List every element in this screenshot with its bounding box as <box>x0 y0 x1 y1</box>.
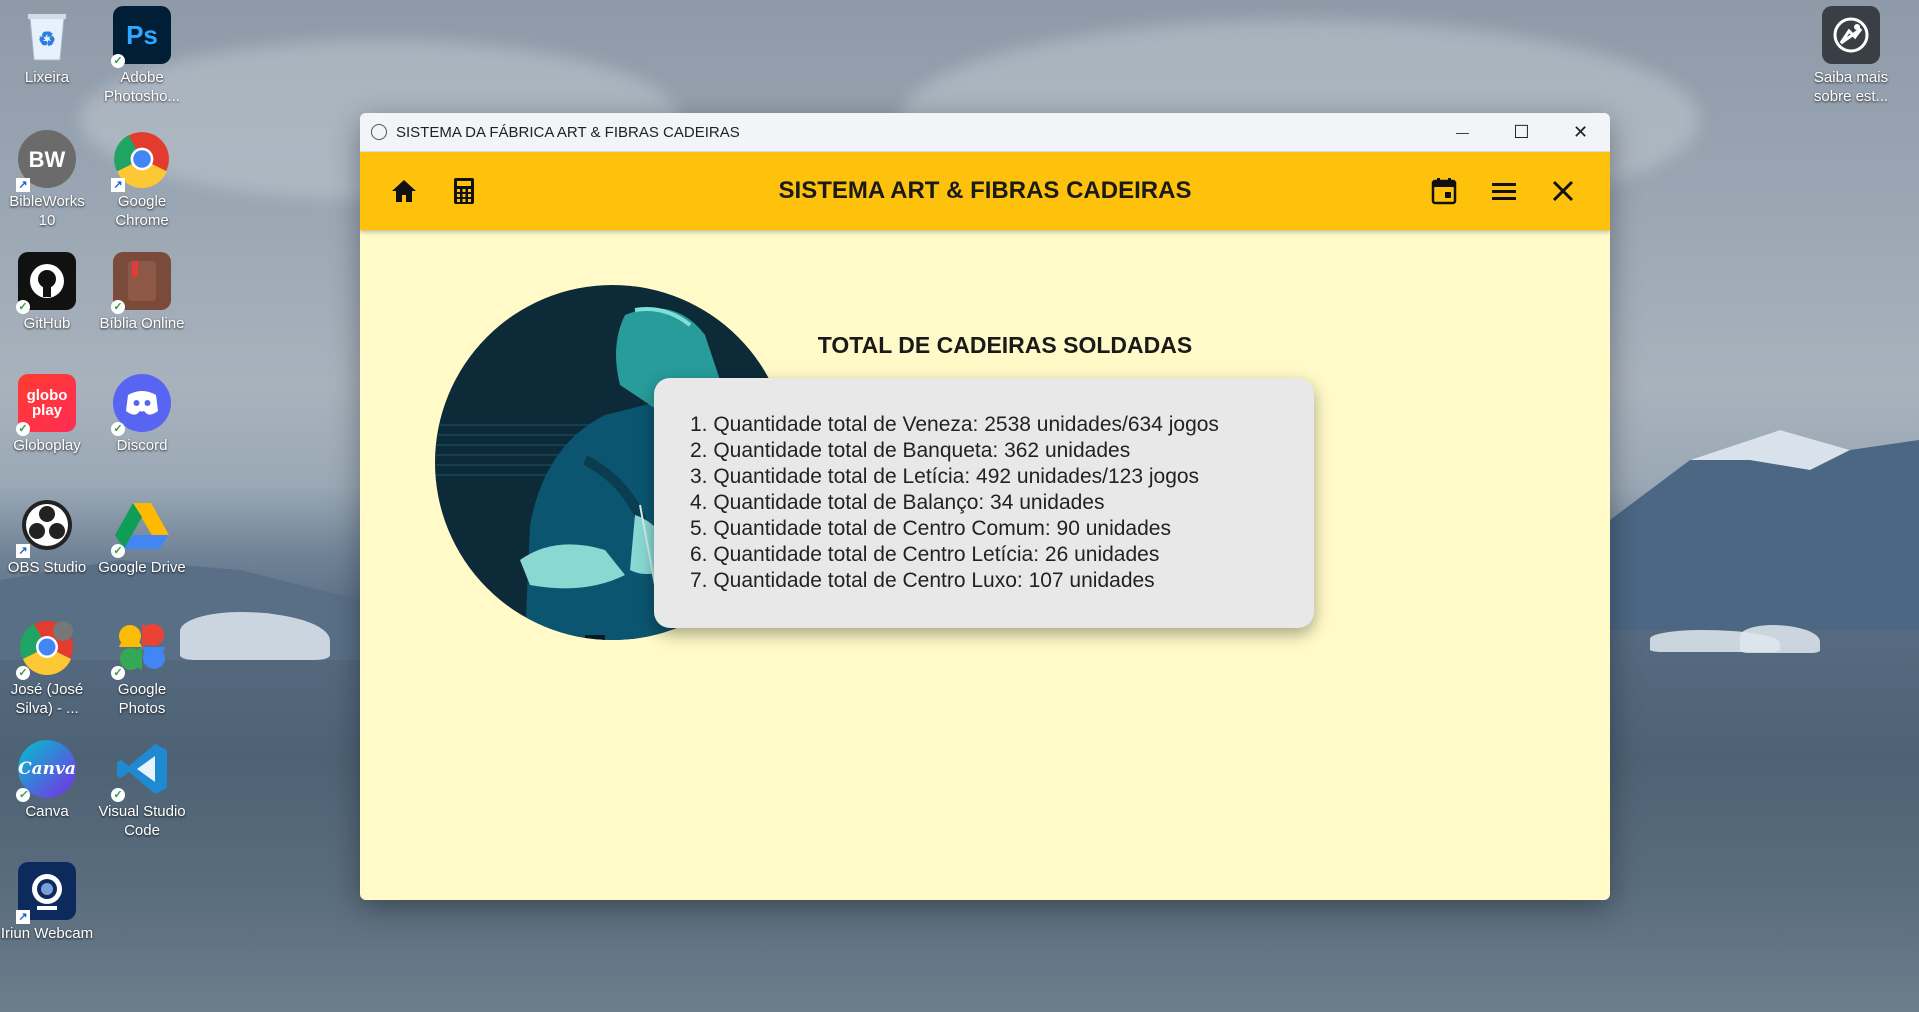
desktop-icon-github[interactable]: ✓ GitHub <box>0 252 95 333</box>
list-item: 3. Quantidade total de Letícia: 492 unid… <box>690 465 1200 488</box>
desktop-icon-globoplay[interactable]: globo play ✓ Globoplay <box>0 374 95 455</box>
saiba-mais-icon <box>1822 6 1880 64</box>
calendar-button[interactable] <box>1424 171 1464 211</box>
list-item: 1. Quantidade total de Veneza: 2538 unid… <box>690 413 1219 436</box>
list-item: 6. Quantidade total de Centro Letícia: 2… <box>690 543 1160 566</box>
desktop-icon-bibleworks[interactable]: BW ↗ BibleWorks 10 <box>0 130 95 230</box>
desktop-icon-chrome-profile[interactable]: ✓ José (José Silva) - ... <box>0 618 95 718</box>
bibleworks-icon: BW ↗ <box>16 130 76 192</box>
desktop-icon-label: Visual Studio Code <box>98 803 186 839</box>
desktop-icon-lixeira[interactable]: ♻ Lixeira <box>0 6 95 87</box>
app-window: SISTEMA DA FÁBRICA ART & FIBRAS CADEIRAS… <box>360 113 1610 900</box>
photoshop-icon: Ps ✓ <box>111 6 171 68</box>
list-item: 4. Quantidade total de Balanço: 34 unida… <box>690 491 1105 514</box>
list-item: 5. Quantidade total de Centro Comum: 90 … <box>690 517 1171 540</box>
desktop-icon-label: Iriun Webcam <box>0 925 94 942</box>
chrome-icon: ↗ <box>111 130 171 192</box>
totals-list: 1. Quantidade total de Veneza: 2538 unid… <box>690 412 1278 594</box>
main-content: TOTAL DE CADEIRAS SOLDADAS 1. Quantidade… <box>360 230 1610 900</box>
calculator-button[interactable] <box>444 171 484 211</box>
app-window-icon <box>371 124 387 140</box>
google-drive-icon: ✓ <box>111 496 171 558</box>
window-title: SISTEMA DA FÁBRICA ART & FIBRAS CADEIRAS <box>396 123 740 141</box>
iriun-webcam-icon: ↗ <box>16 862 76 924</box>
desktop-icon-photoshop[interactable]: Ps ✓ Adobe Photosho... <box>94 6 190 106</box>
discord-icon: ✓ <box>111 374 171 436</box>
home-icon <box>392 180 416 202</box>
desktop-icon-discord[interactable]: ✓ Discord <box>94 374 190 455</box>
home-button[interactable] <box>384 171 424 211</box>
close-window-button[interactable]: ✕ <box>1551 113 1610 151</box>
desktop-icon-google-photos[interactable]: ✓ Google Photos <box>94 618 190 718</box>
section-title: TOTAL DE CADEIRAS SOLDADAS <box>817 332 1193 358</box>
menu-button[interactable] <box>1484 171 1524 211</box>
desktop-icon-vscode[interactable]: ✓ Visual Studio Code <box>94 740 190 840</box>
maximize-button[interactable]: ☐ <box>1492 113 1551 151</box>
desktop-icon-label: Google Drive <box>98 559 186 576</box>
github-icon: ✓ <box>16 252 76 314</box>
list-item: 2. Quantidade total de Banqueta: 362 uni… <box>690 439 1131 462</box>
minimize-icon: — <box>1456 124 1469 140</box>
recycle-bin-icon: ♻ <box>18 6 76 64</box>
google-photos-icon: ✓ <box>111 618 171 680</box>
minimize-button[interactable]: — <box>1433 113 1492 151</box>
desktop-icon-label: BibleWorks 10 <box>9 193 85 229</box>
menu-icon <box>1492 183 1516 200</box>
calculator-icon <box>454 178 474 204</box>
window-controls: — ☐ ✕ <box>1433 113 1610 151</box>
desktop-icon-google-drive[interactable]: ✓ Google Drive <box>94 496 190 577</box>
desktop-icon-canva[interactable]: Canva ✓ Canva <box>0 740 95 821</box>
desktop-icon-saiba-mais[interactable]: Saiba mais sobre est... <box>1803 6 1899 106</box>
canva-icon: Canva ✓ <box>16 740 76 802</box>
biblia-online-icon: ✓ <box>111 252 171 314</box>
desktop-icon-label: Bíblia Online <box>99 315 185 332</box>
desktop-icon-label: OBS Studio <box>7 559 87 576</box>
desktop-icon-label: GitHub <box>23 315 71 332</box>
desktop-icon-label: Globoplay <box>13 437 81 454</box>
close-icon <box>1552 180 1574 202</box>
desktop-icon-label: Lixeira <box>24 69 70 86</box>
app-toolbar: SISTEMA ART & FIBRAS CADEIRAS <box>360 152 1610 230</box>
chrome-profile-icon: ✓ <box>16 618 76 680</box>
window-titlebar[interactable]: SISTEMA DA FÁBRICA ART & FIBRAS CADEIRAS… <box>360 113 1610 152</box>
desktop-icon-label: Google Chrome <box>115 193 169 229</box>
desktop-icon-label: Saiba mais sobre est... <box>1813 69 1889 105</box>
vscode-icon: ✓ <box>111 740 171 802</box>
app-heading: SISTEMA ART & FIBRAS CADEIRAS <box>778 177 1192 204</box>
close-window-icon: ✕ <box>1572 121 1589 142</box>
desktop-icon-label: Canva <box>25 803 69 820</box>
close-app-button[interactable] <box>1543 171 1583 211</box>
desktop-icon-obs[interactable]: ↗ OBS Studio <box>0 496 95 577</box>
desktop-icon-chrome[interactable]: ↗ Google Chrome <box>94 130 190 230</box>
calendar-icon <box>1431 178 1457 205</box>
desktop-icon-label: Adobe Photosho... <box>104 69 180 105</box>
maximize-icon: ☐ <box>1513 121 1530 142</box>
desktop-icon-biblia[interactable]: ✓ Bíblia Online <box>94 252 190 333</box>
desktop-icon-label: Discord <box>116 437 168 454</box>
obs-studio-icon: ↗ <box>16 496 76 558</box>
globoplay-icon: globo play ✓ <box>16 374 76 436</box>
totals-card: 1. Quantidade total de Veneza: 2538 unid… <box>654 378 1314 628</box>
list-item: 7. Quantidade total de Centro Luxo: 107 … <box>690 569 1155 592</box>
svg-text:♻: ♻ <box>38 29 56 51</box>
desktop-icon-label: José (José Silva) - ... <box>10 681 84 717</box>
desktop-icon-iriun[interactable]: ↗ Iriun Webcam <box>0 862 95 943</box>
desktop-icon-label: Google Photos <box>117 681 167 717</box>
